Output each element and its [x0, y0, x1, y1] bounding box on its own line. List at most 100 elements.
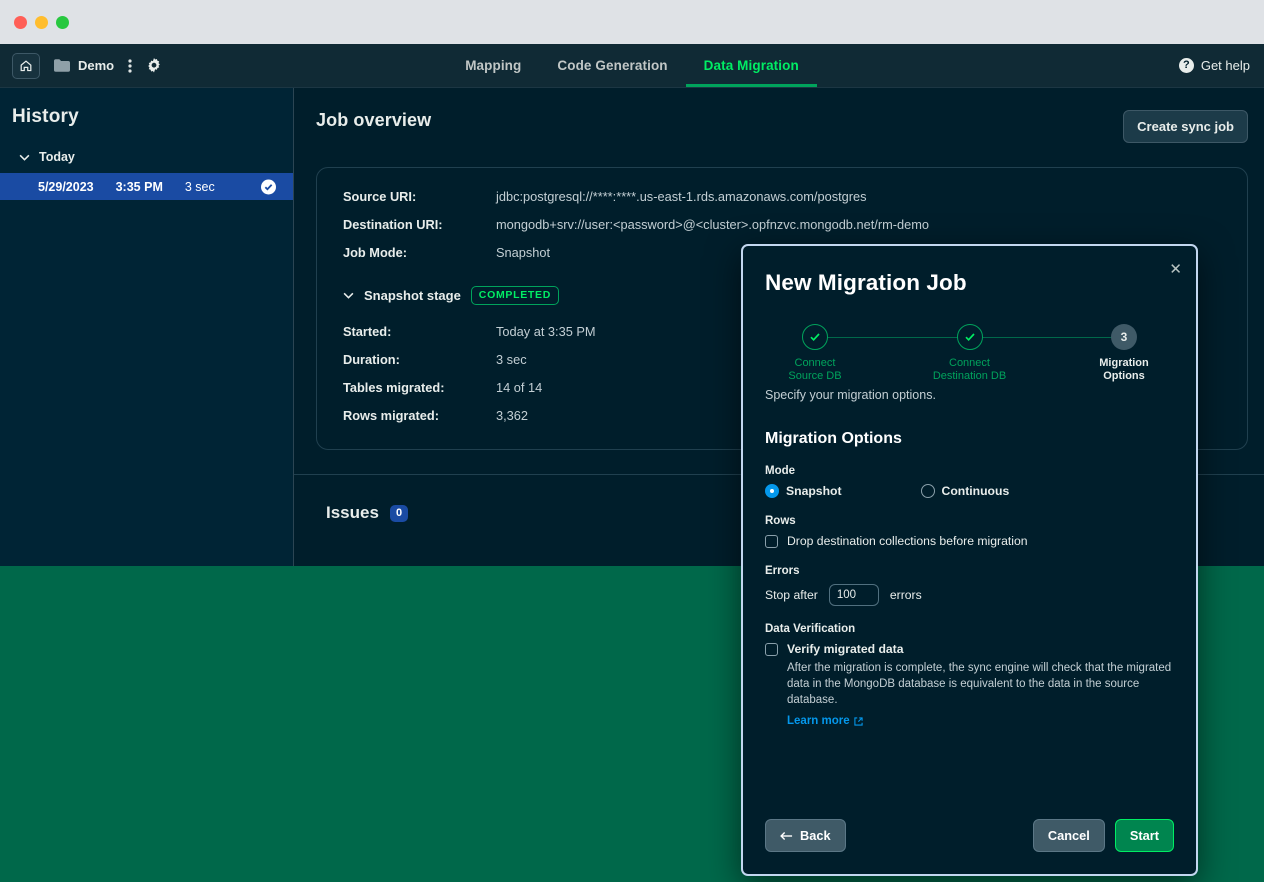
home-icon [19, 59, 33, 73]
learn-more-label: Learn more [787, 715, 850, 727]
dialog-footer: Back Cancel Start [743, 819, 1196, 874]
chevron-down-icon [343, 292, 354, 299]
data-verification-label: Data Verification [765, 623, 1174, 635]
overview-key: Source URI: [343, 189, 496, 204]
window-maximize-button[interactable] [56, 16, 69, 29]
overview-value: jdbc:postgresql://****:****.us-east-1.rd… [496, 189, 867, 204]
status-badge: COMPLETED [471, 286, 559, 305]
overview-row-source-uri: Source URI: jdbc:postgresql://****:****.… [343, 189, 1221, 204]
check-icon [802, 324, 828, 350]
stepper-label-line2: Source DB [788, 370, 841, 383]
history-item-duration: 3 sec [185, 180, 215, 194]
stage-key: Tables migrated: [343, 380, 496, 395]
stepper-step-number: 3 [1111, 324, 1137, 350]
stepper-label-line2: Options [1099, 370, 1149, 383]
radio-option-snapshot[interactable]: Snapshot [765, 484, 842, 498]
issues-count-badge: 0 [390, 505, 408, 522]
stage-value: 3,362 [496, 408, 528, 423]
checkbox-drop-collections[interactable] [765, 535, 778, 548]
stepper-step-migration-options[interactable]: 3 Migration Options [1078, 324, 1170, 383]
sidebar-title: History [0, 88, 293, 128]
create-sync-job-button[interactable]: Create sync job [1123, 110, 1248, 143]
overview-key: Destination URI: [343, 217, 496, 232]
stepper-step-connect-destination-db[interactable]: Connect Destination DB [924, 324, 1016, 383]
migration-options-heading: Migration Options [765, 430, 1174, 448]
radio-option-continuous[interactable]: Continuous [921, 484, 1010, 498]
desktop-background: Demo Mapping Code Generation Da [0, 0, 1264, 882]
radio-label-snapshot: Snapshot [786, 484, 842, 498]
stepper-label-line2: Destination DB [933, 370, 1006, 383]
tab-data-migration[interactable]: Data Migration [686, 44, 817, 87]
stage-value: 14 of 14 [496, 380, 542, 395]
arrow-left-icon [780, 831, 793, 841]
issues-title: Issues [326, 503, 379, 523]
mode-label: Mode [765, 465, 1174, 477]
stop-after-errors-row: Stop after errors [765, 584, 1174, 606]
stepper-step-connect-source-db[interactable]: Connect Source DB [769, 324, 861, 383]
stop-after-input[interactable] [829, 584, 879, 606]
question-mark-icon: ? [1179, 58, 1194, 73]
stage-key: Rows migrated: [343, 408, 496, 423]
start-button[interactable]: Start [1115, 819, 1174, 852]
home-button[interactable] [12, 53, 40, 79]
back-button[interactable]: Back [765, 819, 846, 852]
overview-value: mongodb+srv://user:<password>@<cluster>.… [496, 217, 929, 232]
verify-migrated-data-label: Verify migrated data [787, 642, 1174, 656]
get-help-label: Get help [1201, 58, 1250, 73]
errors-label: Errors [765, 565, 1174, 577]
drop-collections-label: Drop destination collections before migr… [787, 534, 1028, 548]
stop-after-prefix: Stop after [765, 588, 818, 602]
gear-icon[interactable] [146, 58, 162, 74]
app-toolbar: Demo Mapping Code Generation Da [0, 44, 1264, 88]
kebab-menu-icon[interactable] [128, 58, 132, 74]
new-migration-job-dialog: ✕ New Migration Job Connect Source D [741, 244, 1198, 876]
mode-radio-group: Snapshot Continuous [765, 484, 1174, 498]
dialog-body: New Migration Job Connect Source DB [743, 246, 1196, 819]
history-sidebar: History Today 5/29/2023 3:35 PM 3 sec [0, 88, 294, 566]
overview-key: Job Mode: [343, 245, 496, 260]
stepper-label-line1: Connect [788, 357, 841, 370]
project-name: Demo [78, 58, 114, 73]
history-item-time: 3:35 PM [116, 180, 163, 194]
close-icon[interactable]: ✕ [1169, 262, 1182, 277]
rows-label: Rows [765, 515, 1174, 527]
chevron-down-icon [19, 154, 30, 161]
history-item-date: 5/29/2023 [38, 180, 94, 194]
cancel-button[interactable]: Cancel [1033, 819, 1105, 852]
history-list-item[interactable]: 5/29/2023 3:35 PM 3 sec [0, 173, 293, 200]
verify-migrated-data-description: After the migration is complete, the syn… [787, 660, 1174, 708]
external-link-icon [854, 717, 863, 726]
dialog-lead-text: Specify your migration options. [765, 388, 1174, 402]
wizard-stepper: Connect Source DB Connect Destinatio [769, 324, 1170, 384]
window-minimize-button[interactable] [35, 16, 48, 29]
checkbox-verify-migrated-data[interactable] [765, 643, 778, 656]
tab-mapping[interactable]: Mapping [447, 44, 539, 87]
radio-indicator-snapshot[interactable] [765, 484, 779, 498]
stage-key: Duration: [343, 352, 496, 367]
drop-collections-checkbox-row[interactable]: Drop destination collections before migr… [765, 534, 1174, 548]
stage-key: Started: [343, 324, 496, 339]
check-circle-icon [261, 179, 276, 194]
learn-more-link[interactable]: Learn more [787, 715, 863, 727]
check-icon [957, 324, 983, 350]
window-close-button[interactable] [14, 16, 27, 29]
overview-row-destination-uri: Destination URI: mongodb+srv://user:<pas… [343, 217, 1221, 232]
snapshot-stage-title: Snapshot stage [364, 288, 461, 303]
stepper-label-line1: Migration [1099, 357, 1149, 370]
tab-code-generation[interactable]: Code Generation [539, 44, 685, 87]
stage-value: Today at 3:35 PM [496, 324, 596, 339]
window-titlebar [0, 0, 1264, 44]
history-group-label: Today [39, 150, 75, 164]
page-title: Job overview [316, 110, 431, 131]
dialog-title: New Migration Job [765, 270, 1174, 296]
stepper-label-line1: Connect [933, 357, 1006, 370]
toolbar-left-group: Demo [0, 53, 162, 79]
radio-label-continuous: Continuous [942, 484, 1010, 498]
history-group-today[interactable]: Today [0, 128, 293, 164]
main-tabs: Mapping Code Generation Data Migration [0, 44, 1264, 87]
get-help-button[interactable]: ? Get help [1179, 58, 1250, 73]
project-breadcrumb[interactable]: Demo [54, 58, 114, 73]
overview-value: Snapshot [496, 245, 550, 260]
stop-after-suffix: errors [890, 588, 922, 602]
radio-indicator-continuous[interactable] [921, 484, 935, 498]
